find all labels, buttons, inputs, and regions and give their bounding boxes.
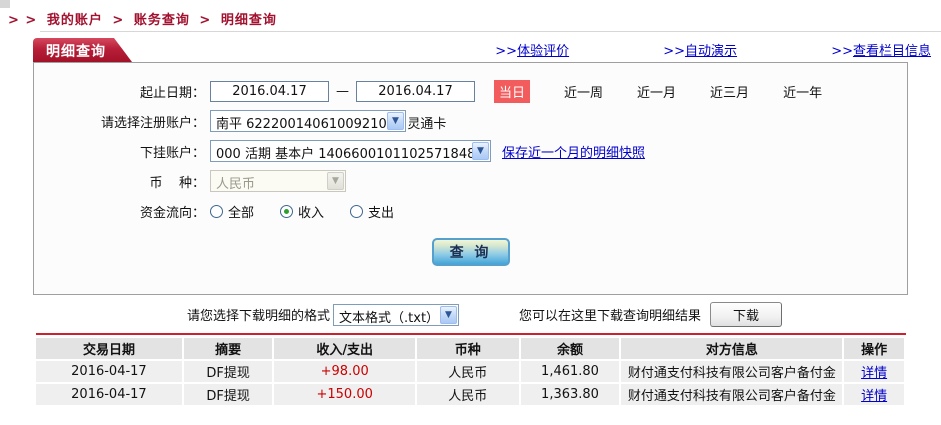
header-action: 操作	[844, 338, 906, 361]
header-amount: 收入/支出	[274, 338, 418, 361]
date-separator: —	[336, 83, 349, 99]
cell-date: 2016-04-17	[36, 361, 184, 384]
quick-range-week[interactable]: 近一周	[564, 82, 603, 101]
breadcrumb-separator: >	[112, 13, 125, 28]
cell-summary: DF提现	[183, 384, 275, 407]
header-counterparty: 对方信息	[621, 338, 845, 361]
sub-account-label: 下挂账户：	[139, 145, 205, 161]
sub-account-row: 下挂账户： 000 活期 基本户 1406600101102571848 ▼ 保…	[34, 140, 907, 162]
flow-direction-row: 资金流向： 全部 收入 支出	[34, 200, 907, 222]
radio-icon[interactable]	[350, 204, 364, 218]
link-prefix: >>	[495, 44, 518, 59]
radio-icon[interactable]	[280, 204, 294, 218]
detail-link[interactable]: 详情	[861, 389, 887, 404]
chevron-down-icon: ▼	[472, 142, 489, 160]
date-from-input[interactable]	[210, 80, 329, 102]
detail-link[interactable]: 详情	[861, 366, 887, 381]
flow-option-all[interactable]: 全部	[210, 202, 254, 221]
chevron-down-icon: ▼	[327, 172, 344, 190]
flow-direction-label: 资金流向：	[139, 205, 205, 221]
table-row: 2016-04-17 DF提现 +150.00 人民币 1,363.80 财付通…	[36, 384, 906, 407]
breadcrumb-separator: >	[199, 13, 212, 28]
breadcrumb: > > 我的账户 > 账务查询 > 明细查询	[8, 9, 281, 28]
currency-row: 币 种： 人民币 ▼	[34, 170, 907, 192]
register-account-row: 请选择注册账户： 南平 6222001406100921065 灵通卡 ▼	[34, 110, 907, 132]
quick-range-quarter[interactable]: 近三月	[710, 82, 749, 101]
chevron-down-icon: ▼	[387, 112, 404, 130]
link-label: 自动演示	[685, 44, 738, 59]
header-currency: 币种	[417, 338, 521, 361]
frame-corner	[0, 0, 10, 8]
save-snapshot-link[interactable]: 保存近一个月的明细快照	[502, 142, 645, 161]
sub-account-value: 000 活期 基本户 1406600101102571848	[216, 147, 476, 162]
currency-label: 币 种：	[149, 175, 205, 191]
cell-currency: 人民币	[417, 384, 521, 407]
header-balance: 余额	[520, 338, 622, 361]
flow-option-expense-label: 支出	[368, 205, 395, 221]
header-summary: 摘要	[183, 338, 275, 361]
flow-option-income-label: 收入	[298, 205, 325, 221]
cell-counterparty: 财付通支付科技有限公司客户备付金	[621, 384, 845, 407]
chevron-down-icon: ▼	[440, 305, 458, 324]
query-form-panel: 起止日期： — 当日 近一周 近一月 近三月 近一年 请选择注册账户： 南平 6…	[33, 62, 908, 295]
cell-balance: 1,363.80	[520, 384, 622, 407]
download-format-label: 请您选择下载明细的格式	[187, 309, 331, 324]
quick-range-today[interactable]: 当日	[494, 79, 531, 103]
download-button[interactable]: 下载	[710, 302, 783, 327]
breadcrumb-item-my-account[interactable]: 我的账户	[47, 13, 103, 28]
download-format-value: 文本格式（.txt）	[339, 310, 440, 326]
download-format-select[interactable]: 文本格式（.txt） ▼	[333, 303, 460, 326]
table-top-divider	[36, 333, 906, 335]
quick-range-year[interactable]: 近一年	[783, 82, 822, 101]
download-row: 请您选择下载明细的格式 文本格式（.txt） ▼ 您可以在这里下载查询明细结果 …	[0, 302, 941, 327]
link-label: 体验评价	[517, 44, 570, 59]
sub-account-select[interactable]: 000 活期 基本户 1406600101102571848 ▼	[210, 140, 491, 162]
register-account-select[interactable]: 南平 6222001406100921065 灵通卡 ▼	[210, 110, 446, 132]
breadcrumb-prefix: > >	[8, 13, 38, 28]
table-row: 2016-04-17 DF提现 +98.00 人民币 1,461.80 财付通支…	[36, 361, 906, 384]
flow-option-income[interactable]: 收入	[280, 202, 324, 221]
cell-currency: 人民币	[417, 361, 521, 384]
cell-counterparty: 财付通支付科技有限公司客户备付金	[621, 361, 845, 384]
register-account-value: 南平 6222001406100921065 灵通卡	[216, 117, 447, 132]
query-button[interactable]: 查 询	[431, 238, 510, 266]
table-header-row: 交易日期 摘要 收入/支出 币种 余额 对方信息 操作	[36, 338, 906, 361]
cell-balance: 1,461.80	[520, 361, 622, 384]
date-range-row: 起止日期： — 当日 近一周 近一月 近三月 近一年	[34, 79, 907, 103]
breadcrumb-item-detail-query[interactable]: 明细查询	[221, 13, 277, 28]
currency-select: 人民币 ▼	[210, 170, 346, 192]
tab-detail-query[interactable]: 明细查询	[33, 38, 132, 62]
breadcrumb-item-account-query[interactable]: 账务查询	[134, 13, 190, 28]
quick-range-month[interactable]: 近一月	[637, 82, 676, 101]
download-result-label: 您可以在这里下载查询明细结果	[519, 309, 702, 324]
link-prefix: >>	[663, 44, 686, 59]
top-links: >>体验评价 >>自动演示 >>查看栏目信息	[405, 40, 931, 59]
cell-amount: +150.00	[274, 384, 418, 407]
header-date: 交易日期	[36, 338, 184, 361]
currency-value: 人民币	[216, 177, 256, 192]
date-range-label: 起止日期：	[139, 85, 205, 101]
cell-amount: +98.00	[274, 361, 418, 384]
flow-option-all-label: 全部	[228, 205, 255, 221]
register-account-label: 请选择注册账户：	[100, 115, 205, 131]
link-auto-demo[interactable]: >>自动演示	[663, 44, 737, 59]
link-experience-rating[interactable]: >>体验评价	[495, 44, 569, 59]
cell-summary: DF提现	[183, 361, 275, 384]
results-table: 交易日期 摘要 收入/支出 币种 余额 对方信息 操作 2016-04-17 D…	[36, 338, 906, 407]
link-prefix: >>	[831, 44, 853, 59]
flow-option-expense[interactable]: 支出	[350, 202, 394, 221]
link-view-column-info[interactable]: >>查看栏目信息	[831, 44, 931, 59]
date-to-input[interactable]	[356, 80, 475, 102]
radio-icon[interactable]	[210, 204, 223, 218]
breadcrumb-divider	[40, 31, 941, 32]
link-label: 查看栏目信息	[852, 44, 931, 59]
cell-date: 2016-04-17	[36, 384, 184, 407]
